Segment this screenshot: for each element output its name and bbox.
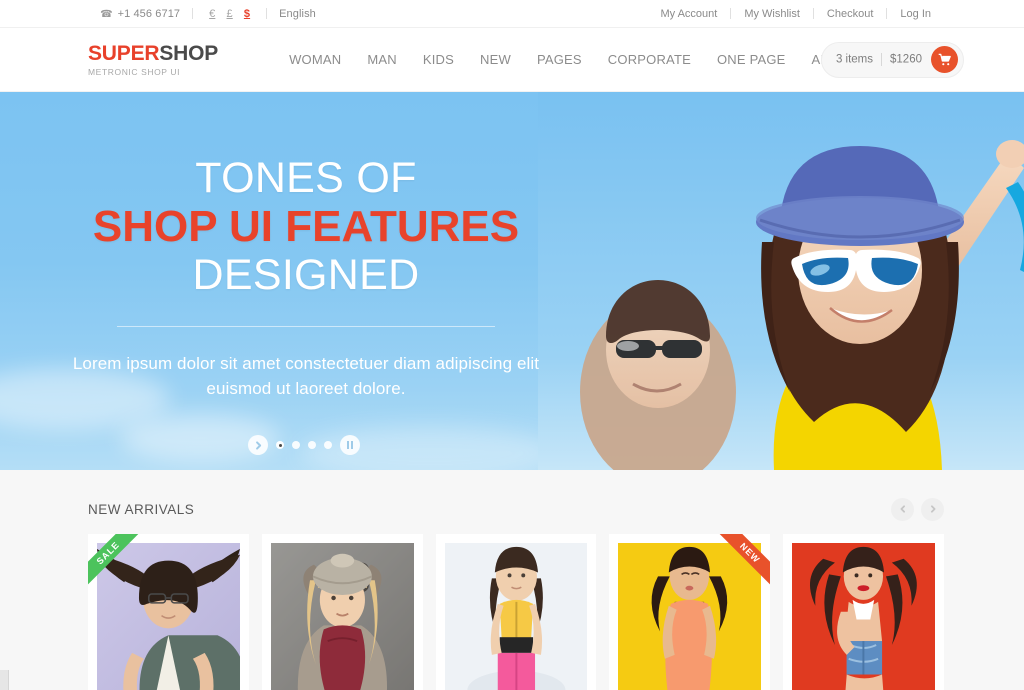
site-logo[interactable]: SUPERSHOP METRONIC SHOP UI — [88, 43, 218, 77]
hero-text-block: TONES OF SHOP UI FEATURES DESIGNED Lorem… — [0, 154, 612, 402]
nav-item-woman[interactable]: WOMAN — [276, 52, 354, 67]
topbar: ☎ +1 456 6717 € £ $ English My Account My… — [0, 0, 1024, 28]
product-illustration-1 — [97, 543, 240, 690]
product-image — [97, 543, 240, 690]
topbar-left-group: ☎ +1 456 6717 € £ $ English — [88, 8, 328, 20]
scrollbar-corner[interactable] — [0, 670, 9, 690]
product-card[interactable] — [783, 534, 944, 690]
hero-subtitle: Lorem ipsum dolor sit amet constectetuer… — [72, 353, 540, 399]
product-card[interactable] — [261, 534, 423, 690]
language-selector[interactable]: English — [267, 8, 328, 20]
phone-number-text: +1 456 6717 — [117, 7, 181, 20]
cart-summary: 3 items $1260 — [836, 53, 922, 66]
hero-pause-button[interactable] — [340, 435, 360, 455]
nav-item-corporate[interactable]: CORPORATE — [595, 52, 704, 67]
product-image — [444, 543, 588, 690]
link-my-account[interactable]: My Account — [647, 8, 730, 20]
link-log-in[interactable]: Log In — [887, 8, 944, 20]
arrivals-next-button[interactable] — [921, 497, 944, 521]
logo-text: SUPERSHOP — [88, 43, 218, 64]
nav-item-new[interactable]: NEW — [467, 52, 524, 67]
hero-dot-1[interactable] — [276, 441, 284, 449]
divider — [881, 53, 883, 66]
hero-slider: TONES OF SHOP UI FEATURES DESIGNED Lorem… — [0, 92, 1024, 470]
chevron-right-icon — [930, 505, 935, 513]
product-card[interactable] — [435, 534, 597, 690]
new-arrivals-header: NEW ARRIVALS — [88, 496, 944, 522]
hero-dot-4[interactable] — [324, 441, 332, 449]
nav-item-pages[interactable]: PAGES — [524, 52, 595, 67]
hero-carousel-controls — [0, 435, 1024, 455]
page-root: ☎ +1 456 6717 € £ $ English My Account My… — [0, 0, 1024, 690]
cart-icon-circle — [931, 46, 958, 73]
currency-switcher: € £ $ — [193, 8, 266, 20]
shopping-cart-icon — [938, 53, 951, 65]
link-my-wishlist[interactable]: My Wishlist — [731, 8, 813, 20]
hero-line-1: TONES OF — [195, 154, 417, 202]
phone-icon: ☎ — [100, 8, 113, 20]
logo-text-super: SUPER — [88, 41, 160, 65]
chevron-left-icon — [900, 505, 905, 513]
cart-item-count: 3 items — [835, 53, 874, 66]
link-checkout[interactable]: Checkout — [814, 8, 886, 20]
hero-next-button[interactable] — [248, 435, 268, 455]
new-arrivals-section: NEW ARRIVALS SALE NEW — [0, 470, 1024, 690]
chevron-right-icon — [255, 440, 261, 450]
logo-subtitle: METRONIC SHOP UI — [88, 66, 181, 77]
product-illustration-5 — [792, 543, 935, 690]
pause-icon — [347, 441, 353, 449]
product-card[interactable]: SALE — [88, 534, 249, 690]
currency-usd[interactable]: $ — [240, 8, 254, 20]
new-arrivals-title: NEW ARRIVALS — [88, 501, 195, 517]
product-card[interactable]: NEW — [609, 534, 771, 690]
hero-line-3: DESIGNED — [192, 251, 420, 300]
product-image — [270, 543, 414, 690]
cart-button[interactable]: 3 items $1260 — [820, 41, 964, 78]
nav-item-one-page[interactable]: ONE PAGE — [704, 52, 799, 67]
currency-eur[interactable]: € — [205, 8, 219, 20]
product-illustration-4 — [618, 543, 762, 690]
cart-total: $1260 — [890, 53, 922, 66]
product-list: SALE NEW — [88, 534, 944, 690]
product-image — [792, 543, 935, 690]
hero-divider — [117, 325, 495, 327]
topbar-right-group: My Account My Wishlist Checkout Log In — [647, 8, 944, 20]
hero-line-2-accent: SHOP UI FEATURES — [92, 202, 520, 252]
nav-item-kids[interactable]: KIDS — [410, 52, 467, 67]
currency-gbp[interactable]: £ — [223, 8, 237, 20]
product-illustration-2 — [270, 543, 414, 690]
product-illustration-3 — [444, 543, 588, 690]
logo-text-shop: SHOP — [159, 41, 219, 65]
hero-dot-3[interactable] — [308, 441, 316, 449]
phone-number: ☎ +1 456 6717 — [88, 8, 192, 20]
nav-item-man[interactable]: MAN — [354, 52, 410, 67]
site-header: SUPERSHOP METRONIC SHOP UI WOMAN MAN KID… — [0, 28, 1024, 92]
arrivals-prev-button[interactable] — [891, 497, 914, 521]
product-image — [618, 543, 762, 690]
hero-dot-2[interactable] — [292, 441, 300, 449]
new-arrivals-carousel-nav — [891, 497, 944, 521]
